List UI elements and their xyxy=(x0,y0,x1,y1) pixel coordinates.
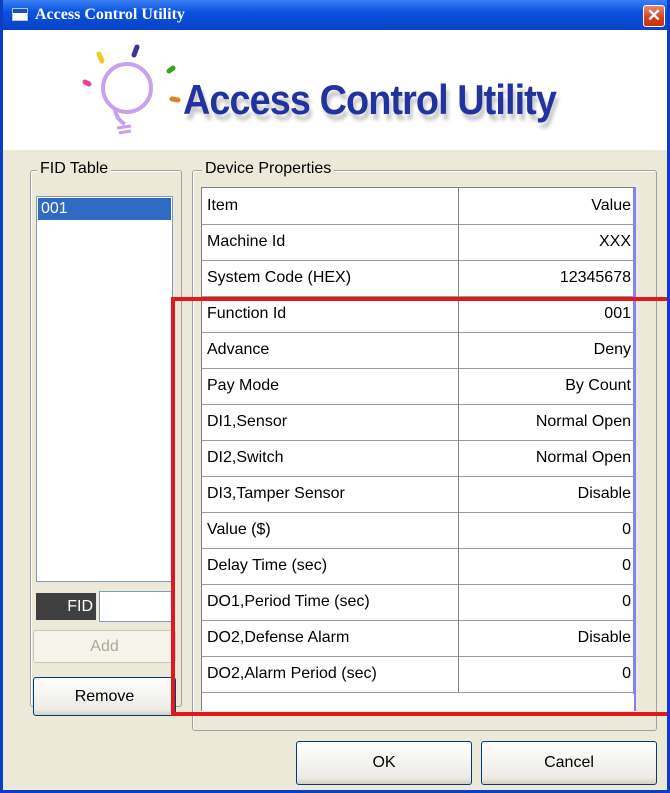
property-name: System Code (HEX) xyxy=(202,260,459,296)
close-icon: ✕ xyxy=(646,6,662,25)
value-column-header[interactable]: Value xyxy=(459,188,634,224)
lightbulb-logo-icon xyxy=(82,44,181,135)
item-column-header[interactable]: Item xyxy=(202,188,459,224)
device-properties-label: Device Properties xyxy=(202,160,335,178)
fid-label: FID xyxy=(36,593,96,620)
fid-table-label: FID Table xyxy=(37,160,112,178)
highlight-box xyxy=(171,297,667,716)
property-name: Machine Id xyxy=(202,224,459,260)
banner-title: Access Control Utility xyxy=(183,76,557,123)
grid-header-row: Item Value xyxy=(202,188,634,225)
app-window-icon xyxy=(12,8,28,21)
banner: Access Control Utility xyxy=(3,30,667,150)
title-bar[interactable]: Access Control Utility ✕ xyxy=(3,0,667,30)
fid-list-item[interactable]: 001 xyxy=(38,198,171,220)
add-button[interactable]: Add xyxy=(33,630,176,663)
property-row[interactable]: System Code (HEX) 12345678 xyxy=(202,260,634,297)
property-row[interactable]: Machine Id XXX xyxy=(202,224,634,261)
window-title: Access Control Utility xyxy=(35,6,185,23)
property-value[interactable]: 12345678 xyxy=(459,260,634,296)
cancel-button[interactable]: Cancel xyxy=(481,741,657,785)
ok-button[interactable]: OK xyxy=(296,741,472,785)
remove-button[interactable]: Remove xyxy=(33,677,176,716)
close-button[interactable]: ✕ xyxy=(643,5,665,27)
property-value[interactable]: XXX xyxy=(459,224,634,260)
fid-list[interactable]: 001 xyxy=(36,196,173,582)
fid-input[interactable] xyxy=(99,591,173,622)
dialog-window: Access Control Utility ✕ Access Control … xyxy=(0,0,670,793)
